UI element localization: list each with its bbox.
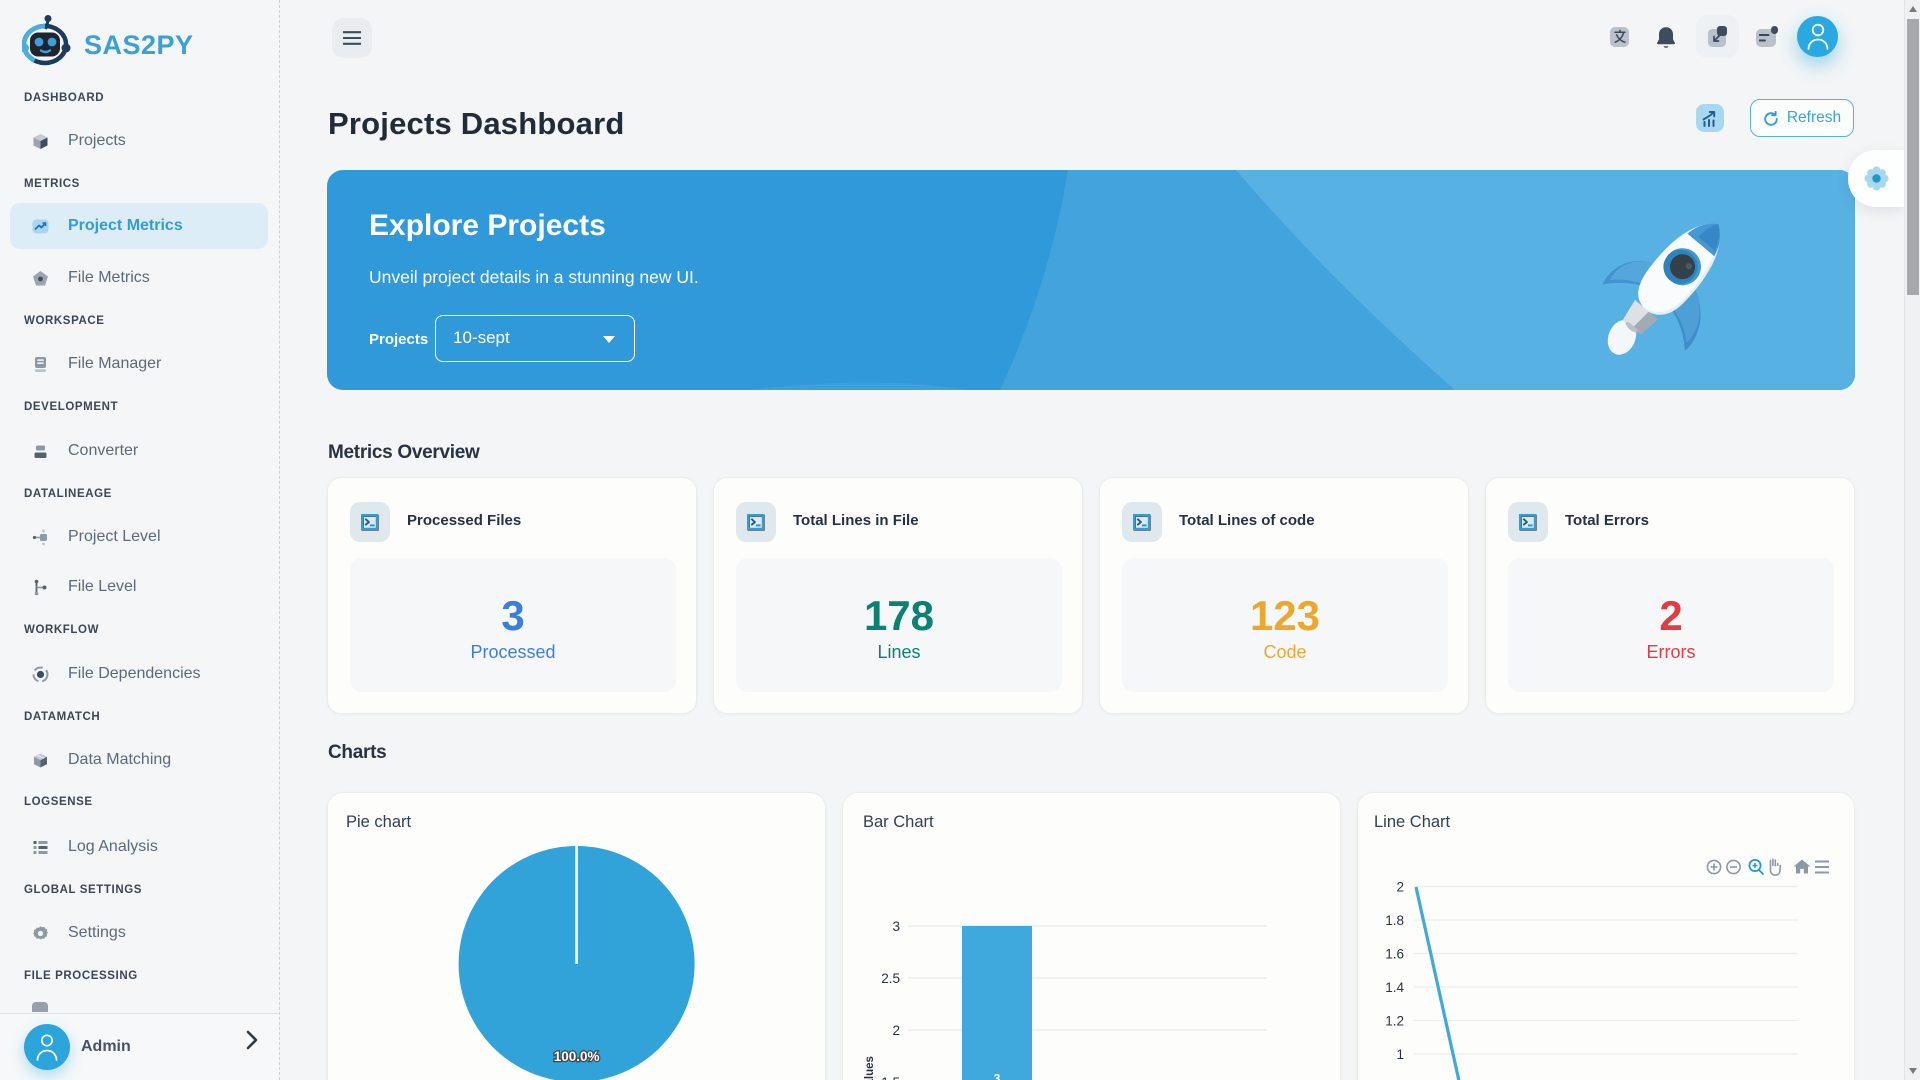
svg-text:2.5: 2.5: [881, 971, 900, 986]
svg-text:SAS2PY: SAS2PY: [84, 30, 194, 60]
svg-text:3: 3: [994, 1072, 1001, 1080]
svg-text:1.5: 1.5: [881, 1075, 900, 1080]
svg-text:1.8: 1.8: [1385, 913, 1404, 928]
svg-text:1.4: 1.4: [1385, 980, 1404, 995]
svg-text:1.6: 1.6: [1385, 947, 1404, 962]
svg-text:1.2: 1.2: [1385, 1014, 1404, 1029]
svg-text:3: 3: [892, 919, 900, 934]
svg-text:1: 1: [1396, 1047, 1404, 1062]
svg-text:2: 2: [892, 1023, 900, 1038]
svg-text:2: 2: [1396, 880, 1404, 895]
svg-text:100.0%: 100.0%: [554, 1049, 600, 1064]
svg-text:values: values: [864, 1056, 876, 1080]
